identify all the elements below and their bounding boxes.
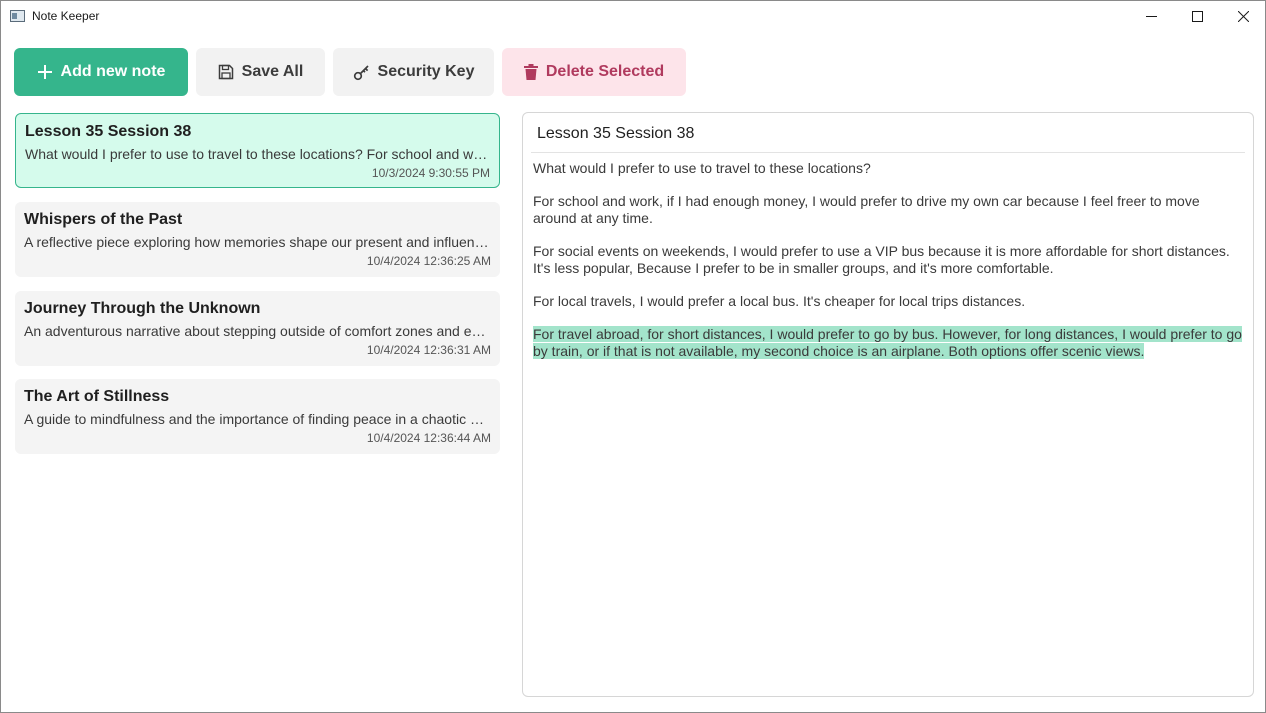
security-key-button[interactable]: Security Key bbox=[333, 48, 494, 96]
trash-icon bbox=[523, 64, 538, 80]
add-note-label: Add new note bbox=[60, 63, 166, 80]
note-preview: What would I prefer to use to travel to … bbox=[25, 146, 490, 162]
note-editor[interactable]: Lesson 35 Session 38 What would I prefer… bbox=[522, 112, 1254, 697]
save-all-button[interactable]: Save All bbox=[196, 48, 325, 96]
key-icon bbox=[353, 64, 370, 81]
plus-icon bbox=[37, 64, 53, 80]
editor-paragraph: For school and work, if I had enough mon… bbox=[533, 193, 1200, 226]
note-card-journey[interactable]: Journey Through the Unknown An adventuro… bbox=[15, 291, 500, 366]
editor-paragraph: What would I prefer to use to travel to … bbox=[533, 160, 871, 176]
title-bar: Note Keeper bbox=[1, 1, 1265, 32]
close-button[interactable] bbox=[1220, 1, 1266, 32]
security-key-label: Security Key bbox=[377, 63, 475, 80]
minimize-button[interactable] bbox=[1128, 1, 1174, 32]
close-icon bbox=[1237, 11, 1249, 22]
window-title: Note Keeper bbox=[32, 9, 100, 23]
note-title: Whispers of the Past bbox=[24, 211, 183, 228]
editor-paragraph: For local travels, I would prefer a loca… bbox=[533, 293, 1026, 309]
note-date: 10/3/2024 9:30:55 PM bbox=[371, 166, 490, 180]
maximize-button[interactable] bbox=[1174, 1, 1220, 32]
note-date: 10/4/2024 12:36:25 AM bbox=[366, 254, 491, 268]
delete-selected-button[interactable]: Delete Selected bbox=[502, 48, 686, 96]
note-title: Lesson 35 Session 38 bbox=[25, 123, 192, 140]
note-card-whispers[interactable]: Whispers of the Past A reflective piece … bbox=[15, 202, 500, 277]
minimize-icon bbox=[1145, 16, 1157, 17]
editor-divider bbox=[531, 152, 1245, 153]
note-card-lesson-35[interactable]: Lesson 35 Session 38 What would I prefer… bbox=[15, 113, 500, 188]
note-preview: A guide to mindfulness and the importanc… bbox=[24, 411, 491, 427]
editor-paragraph: For social events on weekends, I would p… bbox=[533, 243, 1230, 276]
floppy-disk-icon bbox=[218, 64, 234, 80]
app-window: Note Keeper Add new note Save All Securi… bbox=[0, 0, 1266, 713]
text-selection-highlight: For travel abroad, for short distances, … bbox=[533, 326, 1242, 359]
editor-body-textarea[interactable]: What would I prefer to use to travel to … bbox=[533, 160, 1245, 376]
note-preview: An adventurous narrative about stepping … bbox=[24, 323, 491, 339]
note-date: 10/4/2024 12:36:31 AM bbox=[366, 343, 491, 357]
note-date: 10/4/2024 12:36:44 AM bbox=[366, 431, 491, 445]
note-preview: A reflective piece exploring how memorie… bbox=[24, 234, 491, 250]
maximize-icon bbox=[1191, 11, 1203, 22]
note-title: The Art of Stillness bbox=[24, 388, 170, 405]
editor-selected-paragraph: For travel abroad, for short distances, … bbox=[533, 326, 1245, 360]
editor-title-input[interactable]: Lesson 35 Session 38 bbox=[537, 125, 694, 143]
note-title: Journey Through the Unknown bbox=[24, 300, 261, 317]
save-all-label: Save All bbox=[241, 63, 304, 80]
add-note-button[interactable]: Add new note bbox=[14, 48, 188, 96]
delete-selected-label: Delete Selected bbox=[545, 63, 665, 80]
app-icon bbox=[10, 10, 25, 22]
note-card-stillness[interactable]: The Art of Stillness A guide to mindfuln… bbox=[15, 379, 500, 454]
